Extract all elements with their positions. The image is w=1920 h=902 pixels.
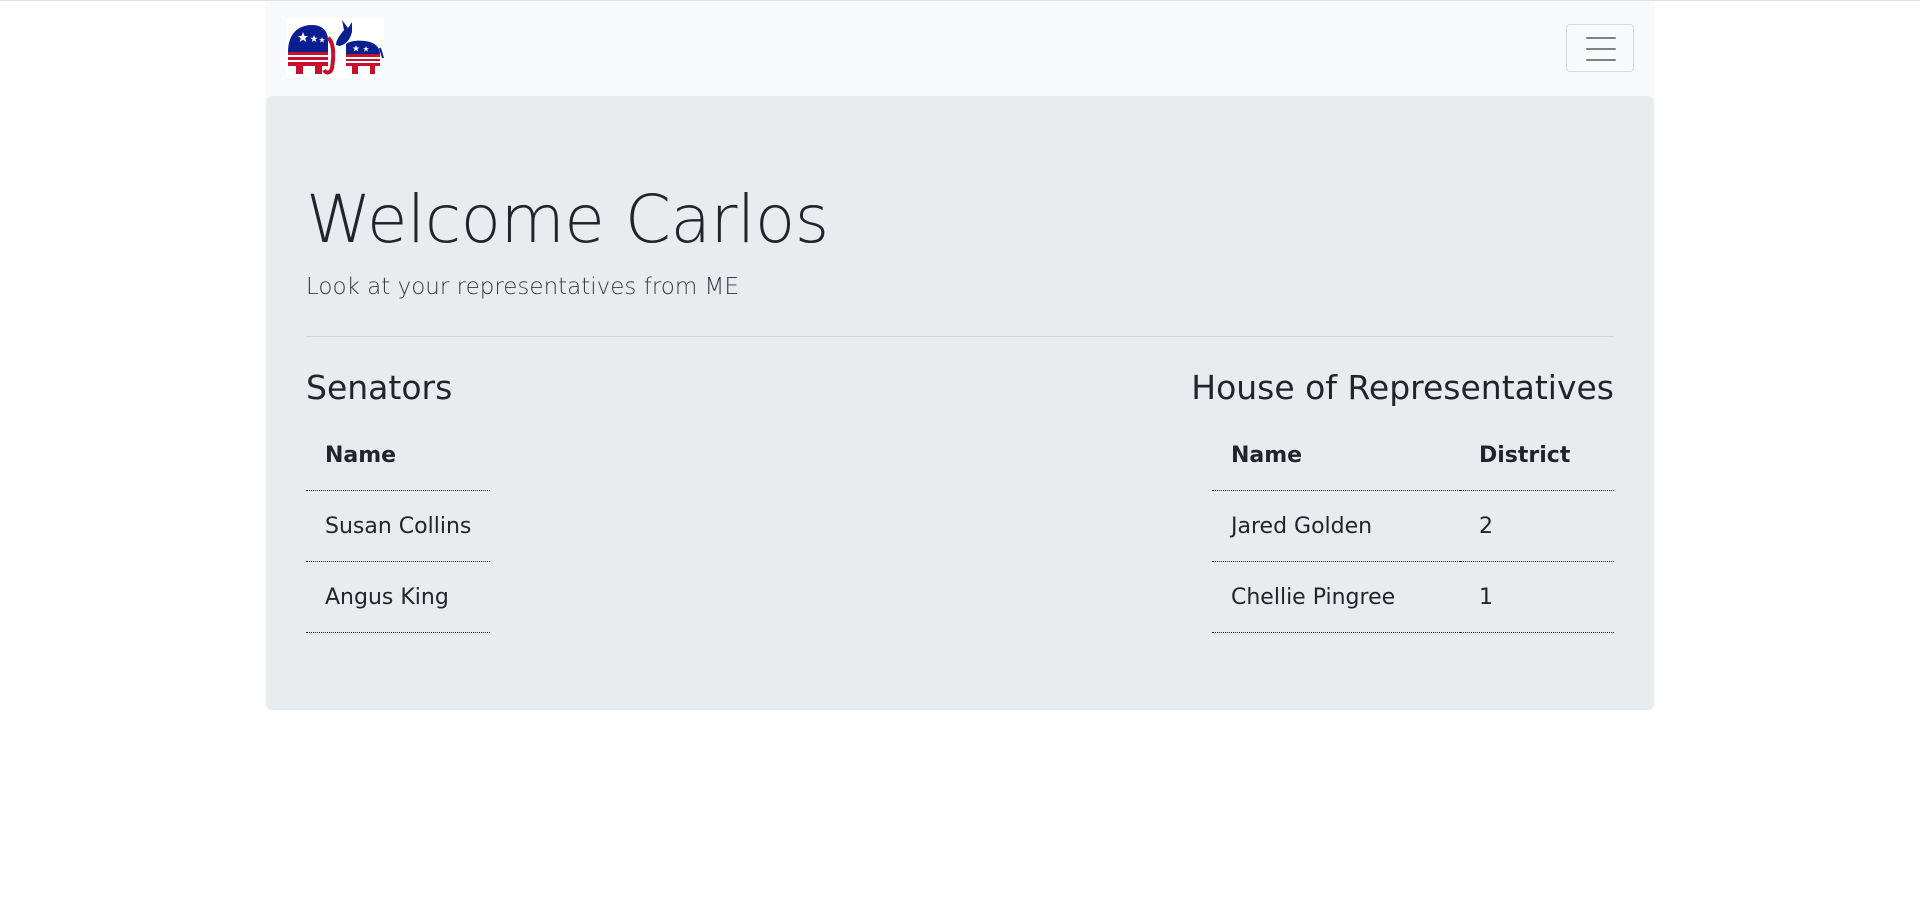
divider: [306, 336, 1614, 337]
welcome-subtitle: Look at your representatives from ME: [306, 274, 739, 300]
welcome-title: Welcome Carlos: [306, 181, 829, 258]
representative-name-cell: Jared Golden: [1212, 490, 1460, 562]
senator-name-cell: Angus King: [306, 561, 491, 633]
senator-name-cell: Susan Collins: [306, 490, 491, 562]
table-row: Angus King: [306, 561, 491, 633]
party-logo[interactable]: [286, 18, 384, 78]
table-header-row: Name District: [1212, 420, 1614, 491]
elephant-donkey-logo-icon: [288, 20, 384, 75]
column-header-name: Name: [1212, 420, 1460, 491]
column-header-name: Name: [306, 420, 491, 491]
elephant-icon: [288, 25, 336, 75]
navbar: [266, 1, 1654, 96]
page-container: Welcome Carlos Look at your representati…: [266, 1, 1654, 710]
donkey-icon: [336, 20, 384, 74]
column-header-district: District: [1460, 420, 1614, 491]
navbar-toggler-button[interactable]: [1566, 24, 1634, 72]
senators-title: Senators: [306, 368, 453, 407]
table-row: Susan Collins: [306, 490, 491, 562]
table-row: Chellie Pingree 1: [1212, 561, 1614, 633]
representative-name-cell: Chellie Pingree: [1212, 561, 1460, 633]
district-cell: 1: [1460, 561, 1614, 633]
house-title: House of Representatives: [1191, 368, 1614, 407]
senators-table: Name Susan Collins Angus King: [306, 420, 491, 633]
district-cell: 2: [1460, 490, 1614, 562]
table-header-row: Name: [306, 420, 491, 491]
house-table: Name District Jared Golden 2 Chellie Pin…: [1212, 420, 1614, 633]
hamburger-menu-icon: [1586, 37, 1616, 61]
table-row: Jared Golden 2: [1212, 490, 1614, 562]
